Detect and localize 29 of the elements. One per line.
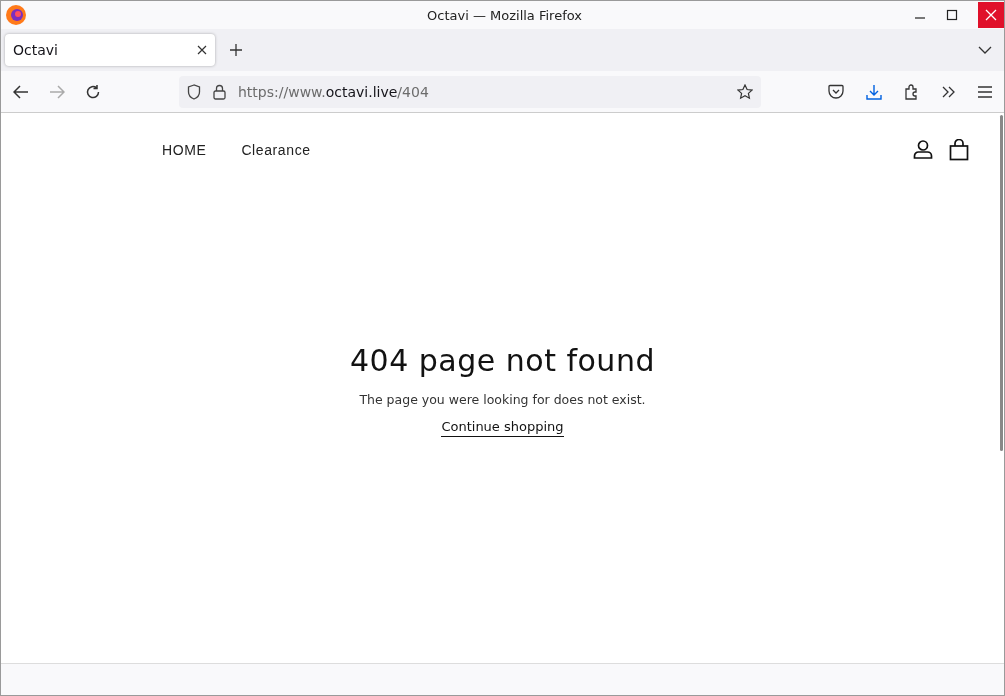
account-icon[interactable] <box>913 139 933 159</box>
lock-icon <box>213 83 226 100</box>
shopping-bag-icon[interactable] <box>949 139 969 161</box>
error-heading: 404 page not found <box>350 343 655 378</box>
reload-icon[interactable] <box>85 83 101 100</box>
new-tab-icon[interactable] <box>229 43 243 57</box>
close-tab-icon[interactable] <box>197 45 207 55</box>
close-icon[interactable] <box>985 9 997 21</box>
error-message: The page you were looking for does not exist. <box>359 392 646 407</box>
star-icon[interactable] <box>737 83 753 100</box>
nav-link[interactable]: Clearance <box>241 142 311 158</box>
shield-icon[interactable] <box>187 83 201 100</box>
close-button[interactable] <box>978 2 1004 28</box>
back-icon[interactable] <box>13 84 29 99</box>
window-title: Octavi — Mozilla Firefox <box>427 7 582 23</box>
browser-tab[interactable]: Octavi <box>5 34 215 66</box>
menu-icon[interactable] <box>978 85 992 98</box>
nav-link[interactable]: HOME <box>162 142 207 158</box>
download-icon[interactable] <box>866 83 882 100</box>
puzzle-piece-icon[interactable] <box>904 83 920 100</box>
continue-shopping-link[interactable]: Continue shopping <box>441 419 564 437</box>
address-bar[interactable]: https://www.octavi.live/404 <box>179 75 761 108</box>
url-text: https://www.octavi.live/404 <box>238 83 429 100</box>
pocket-icon[interactable] <box>828 84 844 99</box>
chevron-down-icon[interactable] <box>978 46 992 54</box>
double-chevron-icon[interactable] <box>942 85 956 98</box>
firefox-logo-icon <box>5 4 27 26</box>
scrollbar[interactable] <box>1000 115 1003 451</box>
maximize-icon[interactable] <box>946 9 958 21</box>
